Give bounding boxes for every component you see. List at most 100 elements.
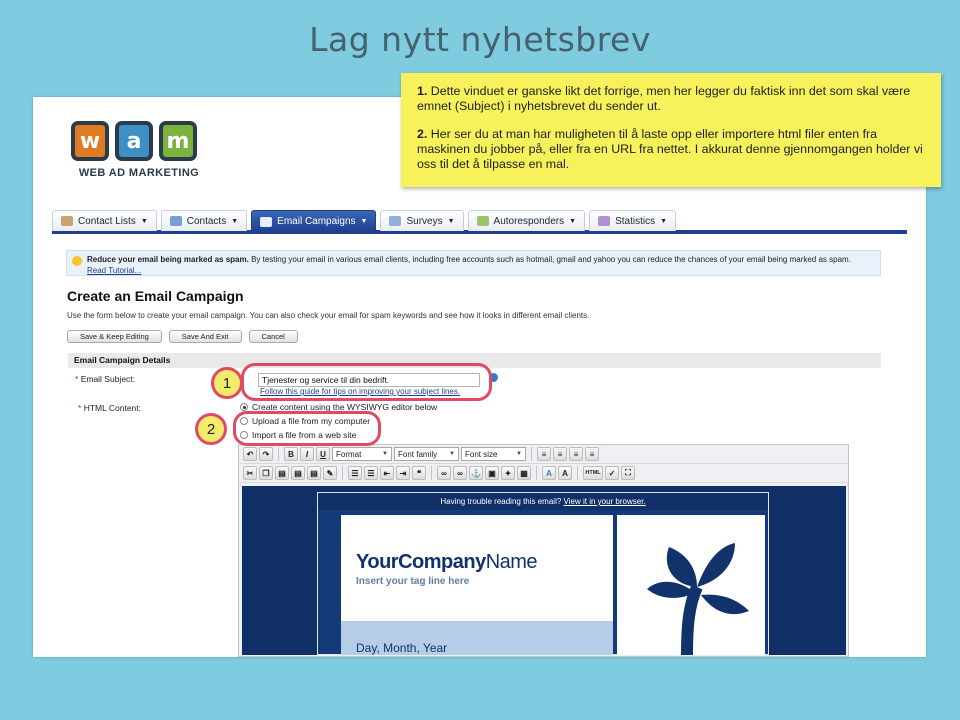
logo-tile-a: a xyxy=(115,121,153,161)
email-subject-label: * Email Subject: xyxy=(75,374,135,384)
plant-illustration xyxy=(617,515,765,655)
blockquote-icon[interactable]: ❝ xyxy=(412,466,426,480)
numbered-list-icon[interactable]: ☰ xyxy=(364,466,378,480)
page-title: Create an Email Campaign xyxy=(67,288,244,304)
unlink-icon[interactable]: ∞ xyxy=(453,466,467,480)
outdent-icon[interactable]: ⇤ xyxy=(380,466,394,480)
caret-down-icon: ▼ xyxy=(660,217,668,225)
tab-autoresponders[interactable]: Autoresponders ▼ xyxy=(467,210,586,231)
align-left-icon[interactable]: ≡ xyxy=(537,447,551,461)
email-subject-label-text: Email Subject: xyxy=(80,374,136,384)
paste-text-icon[interactable]: ▤ xyxy=(291,466,305,480)
email-campaigns-icon xyxy=(260,216,273,227)
anchor-icon[interactable]: ⚓ xyxy=(469,466,483,480)
caret-down-icon: ▼ xyxy=(231,217,239,225)
paste-word-icon[interactable]: ▤ xyxy=(307,466,321,480)
plant-icon xyxy=(647,543,749,655)
align-justify-icon[interactable]: ≡ xyxy=(585,447,599,461)
format-select[interactable]: Format ▼ xyxy=(332,447,392,461)
underline-button[interactable]: U xyxy=(316,447,330,461)
email-preview[interactable]: Having trouble reading this email? View … xyxy=(242,486,846,655)
tab-label: Statistics xyxy=(615,215,656,227)
callout-oval-upload xyxy=(233,411,381,446)
image-icon[interactable]: ▣ xyxy=(485,466,499,480)
fullscreen-icon[interactable]: ⛶ xyxy=(621,466,635,480)
caret-down-icon: ▼ xyxy=(516,451,522,457)
caret-down-icon: ▼ xyxy=(360,218,368,225)
cleanup-icon[interactable]: ✦ xyxy=(501,466,515,480)
template-header-card: YourCompanyName Insert your tag line her… xyxy=(341,515,613,655)
note-number-2: 2. xyxy=(417,127,428,141)
wysiwyg-editor: ↶ ↷ B I U Format ▼ Font family ▼ Font size… xyxy=(238,444,849,657)
logo-tile-w: w xyxy=(71,121,109,161)
note-paragraph-1: 1. Dette vinduet er ganske likt det forr… xyxy=(417,84,925,114)
lightbulb-icon xyxy=(72,256,82,266)
redo-icon[interactable]: ↷ xyxy=(259,447,273,461)
toolbar-divider xyxy=(342,466,343,480)
email-template: Having trouble reading this email? View … xyxy=(317,492,769,655)
format-select-value: Format xyxy=(336,449,362,459)
tagline: Insert your tag line here xyxy=(356,576,470,587)
company-name-rest: Name xyxy=(485,551,538,573)
callout-number-1: 1 xyxy=(211,367,243,399)
html-content-label-text: HTML Content: xyxy=(83,403,142,413)
statistics-icon xyxy=(598,216,611,226)
copy-icon[interactable]: ❐ xyxy=(259,466,273,480)
notice-text: By testing your email in various email c… xyxy=(248,255,851,264)
radio-button-selected[interactable] xyxy=(240,403,248,411)
caret-down-icon: ▼ xyxy=(569,217,577,225)
tab-contact-lists[interactable]: Contact Lists ▼ xyxy=(52,210,157,231)
background-color-icon[interactable]: A xyxy=(558,466,572,480)
table-icon[interactable]: ▦ xyxy=(517,466,531,480)
link-icon[interactable]: ∞ xyxy=(437,466,451,480)
bold-button[interactable]: B xyxy=(284,447,298,461)
undo-icon[interactable]: ↶ xyxy=(243,447,257,461)
view-in-browser-link[interactable]: View it in your browser. xyxy=(564,497,646,506)
html-source-button[interactable]: HTML xyxy=(583,466,603,480)
toolbar-divider xyxy=(431,466,432,480)
editor-toolbar-top: ↶ ↷ B I U Format ▼ Font family ▼ Font size… xyxy=(239,445,848,464)
note-text-1: Dette vinduet er ganske likt det forrige… xyxy=(417,84,911,113)
tab-email-campaigns[interactable]: Email Campaigns ▼ xyxy=(251,210,377,232)
tab-surveys[interactable]: Surveys ▼ xyxy=(380,210,464,231)
toolbar-divider xyxy=(536,466,537,480)
read-tutorial-link[interactable]: Read Tutorial... xyxy=(87,266,141,275)
tab-label: Contact Lists xyxy=(78,215,136,227)
action-buttons: Save & Keep Editing Save And Exit Cancel xyxy=(67,330,298,343)
contacts-icon xyxy=(169,216,182,226)
text-color-icon[interactable]: A xyxy=(542,466,556,480)
caret-down-icon: ▼ xyxy=(447,217,455,225)
tab-statistics[interactable]: Statistics ▼ xyxy=(589,210,677,231)
slide-title: Lag nytt nyhetsbrev xyxy=(309,20,651,59)
company-name: YourCompanyName xyxy=(356,551,538,574)
toolbar-divider xyxy=(278,447,279,461)
notice-title: Reduce your email being marked as spam. xyxy=(87,255,249,264)
clean-format-icon[interactable]: ✎ xyxy=(323,466,337,480)
bullet-list-icon[interactable]: ☰ xyxy=(348,466,362,480)
tab-contacts[interactable]: Contacts ▼ xyxy=(160,210,248,231)
indent-icon[interactable]: ⇥ xyxy=(396,466,410,480)
template-date: Day, Month, Year xyxy=(356,641,448,655)
editor-toolbar-bottom: ✂ ❐ ▤ ▤ ▤ ✎ ☰ ☰ ⇤ ⇥ ❝ ∞ ∞ ⚓ ▣ ✦ ▦ A A HT… xyxy=(239,464,848,483)
required-marker: * xyxy=(78,403,82,413)
cut-icon[interactable]: ✂ xyxy=(243,466,257,480)
trouble-text: Having trouble reading this email? xyxy=(440,497,562,506)
save-keep-editing-button[interactable]: Save & Keep Editing xyxy=(67,330,162,343)
font-size-select[interactable]: Font size ▼ xyxy=(461,447,526,461)
spellcheck-icon[interactable]: ✓ xyxy=(605,466,619,480)
font-family-value: Font family xyxy=(398,449,438,459)
caret-down-icon: ▼ xyxy=(382,451,388,457)
paste-icon[interactable]: ▤ xyxy=(275,466,289,480)
italic-button[interactable]: I xyxy=(300,447,314,461)
note-text-2: Her ser du at man har muligheten til å l… xyxy=(417,127,923,171)
surveys-icon xyxy=(389,216,402,226)
view-in-browser-bar: Having trouble reading this email? View … xyxy=(318,493,768,510)
align-right-icon[interactable]: ≡ xyxy=(569,447,583,461)
save-and-exit-button[interactable]: Save And Exit xyxy=(168,330,242,343)
logo-tile-m: m xyxy=(159,121,197,161)
html-content-label: * HTML Content: xyxy=(78,403,141,413)
cancel-button[interactable]: Cancel xyxy=(248,330,298,343)
align-center-icon[interactable]: ≡ xyxy=(553,447,567,461)
font-family-select[interactable]: Font family ▼ xyxy=(394,447,459,461)
tab-label: Surveys xyxy=(406,215,443,227)
